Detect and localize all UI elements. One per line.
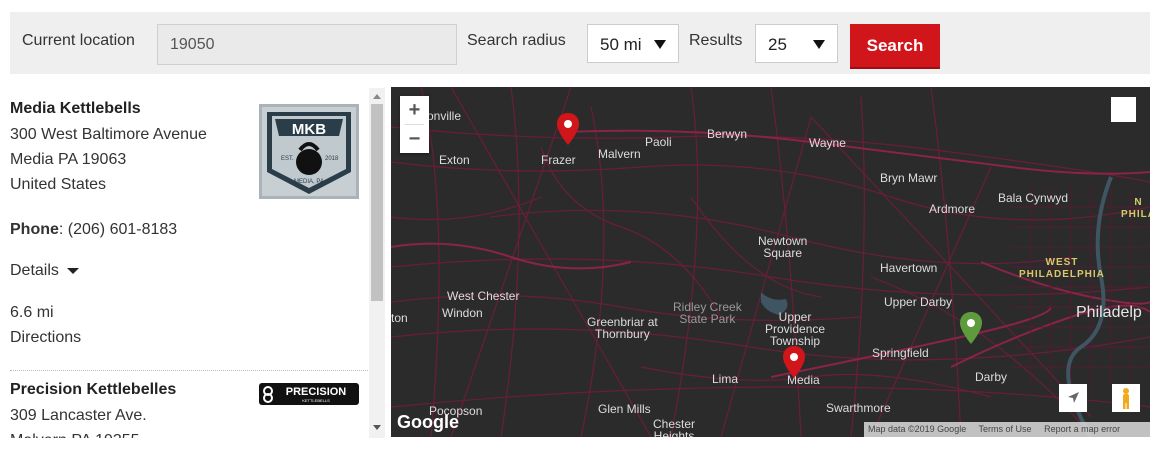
logo-text: MKB: [292, 121, 326, 138]
radius-select[interactable]: 50 mi: [587, 24, 679, 63]
result-address: 309 Lancaster Ave.: [10, 407, 147, 424]
results-label: Results: [689, 32, 743, 49]
place-windon: Windon: [442, 306, 483, 320]
terms-of-use-link[interactable]: Terms of Use: [979, 424, 1032, 434]
zoom-out-button[interactable]: −: [400, 125, 429, 153]
place-havertown: Havertown: [880, 261, 938, 275]
place-west-chester: West Chester: [447, 289, 520, 303]
google-logo: Google: [397, 412, 459, 432]
place-philadelphia: Philadelp: [1076, 304, 1142, 321]
map-pin-green-icon[interactable]: [959, 311, 983, 345]
directions-link[interactable]: Directions: [10, 325, 370, 350]
place-bala-cynwyd: Bala Cynwyd: [998, 191, 1069, 205]
place-darby: Darby: [975, 370, 1008, 384]
place-chester-heights: Chester Heights: [653, 417, 696, 437]
place-glen-mills: Glen Mills: [598, 402, 651, 416]
result-city: Malvern PA 19355: [10, 428, 370, 438]
search-bar: Current location 19050 Search radius 50 …: [10, 12, 1150, 74]
phone-number: : (206) 601-8183: [58, 221, 178, 238]
report-map-error-link[interactable]: Report a map error: [1044, 424, 1120, 434]
zoom-in-button[interactable]: +: [400, 96, 429, 124]
street-view-pegman[interactable]: [1112, 384, 1140, 412]
scroll-thumb[interactable]: [371, 104, 383, 301]
place-north-phila: N PHILA: [1121, 197, 1150, 220]
logo-est: EST.: [281, 156, 294, 162]
place-greenbriar-at-thornbury: Greenbriar at Thornbury: [587, 315, 658, 341]
result-divider: [10, 370, 370, 371]
logo-city: MEDIA, PA: [294, 179, 324, 185]
zoom-control: + −: [400, 96, 429, 153]
place-ton: ton: [391, 311, 408, 325]
scroll-down-arrow-icon[interactable]: [373, 425, 381, 430]
place-lima: Lima: [712, 372, 739, 386]
map[interactable]: onville Exton Frazer Malvern Paoli Berwy…: [391, 87, 1150, 437]
phone-label: Phone: [10, 221, 59, 238]
logo-text: PRECISION: [286, 386, 347, 398]
location-arrow-icon: [1068, 392, 1079, 403]
scroll-up-arrow-icon[interactable]: [373, 94, 381, 99]
search-button[interactable]: Search: [850, 24, 940, 69]
my-location-button[interactable]: [1059, 384, 1087, 412]
result-phone: Phone: (206) 601-8183: [10, 217, 370, 242]
place-newtown-square: Newtown Square: [758, 234, 808, 260]
details-toggle[interactable]: Details: [10, 262, 370, 280]
fullscreen-button[interactable]: [1111, 97, 1136, 122]
place-paoli: Paoli: [645, 135, 672, 149]
media-kettlebells-logo: MKB EST. 2018 MEDIA, PA: [259, 104, 359, 199]
place-swarthmore: Swarthmore: [826, 401, 891, 415]
results-list: Media Kettlebells 300 West Baltimore Ave…: [10, 88, 385, 438]
place-ardmore: Ardmore: [929, 202, 976, 216]
result-distance: 6.6 mi: [10, 304, 54, 321]
radius-select-value: 50 mi: [600, 35, 642, 54]
results-select-value: 25: [768, 35, 787, 54]
place-west-philadelphia: WEST PHILADELPHIA: [1019, 257, 1105, 280]
place-malvern: Malvern: [598, 147, 641, 161]
location-input[interactable]: 19050: [157, 24, 457, 65]
place-berwyn: Berwyn: [707, 127, 748, 141]
current-location-label: Current location: [22, 32, 135, 49]
place-ridley-creek-state-park: Ridley Creek State Park: [673, 300, 742, 326]
place-springfield: Springfield: [872, 346, 929, 360]
place-exton: Exton: [439, 153, 470, 167]
logo-sub: KETTLEBELLS: [302, 398, 330, 403]
precision-kettlebells-logo: PRECISION KETTLEBELLS: [259, 383, 359, 405]
place-upper-providence-township: Upper Providence Township: [765, 310, 826, 348]
place-upper-darby: Upper Darby: [884, 295, 953, 309]
chevron-down-icon: [654, 40, 666, 49]
place-bryn-mawr: Bryn Mawr: [880, 171, 938, 185]
map-pin-red-icon[interactable]: [556, 112, 580, 146]
place-frazer: Frazer: [541, 153, 576, 167]
place-onville: onville: [427, 109, 462, 123]
pegman-icon: [1123, 388, 1129, 409]
chevron-down-icon: [813, 40, 825, 49]
caret-down-icon: [66, 267, 79, 274]
search-radius-label: Search radius: [467, 32, 566, 49]
map-pin-red-icon[interactable]: [782, 345, 806, 379]
results-select[interactable]: 25: [755, 24, 838, 63]
map-data-credit: Map data ©2019 Google: [868, 424, 967, 434]
place-wayne: Wayne: [809, 136, 846, 150]
map-attribution: Map data ©2019 Google Terms of Use Repor…: [864, 422, 1150, 437]
logo-year: 2018: [325, 156, 339, 162]
details-label: Details: [10, 262, 59, 279]
results-scrollbar[interactable]: [369, 88, 385, 438]
